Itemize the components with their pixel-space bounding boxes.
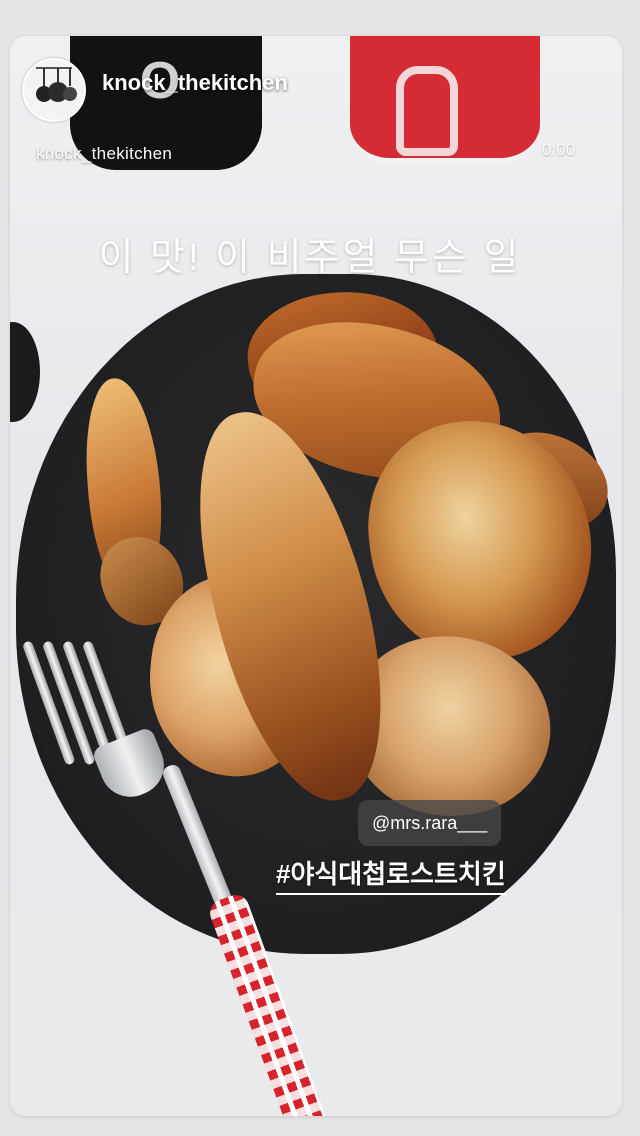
story-subname: knock_thekitchen: [36, 144, 173, 163]
red-can-logo-icon: [396, 66, 458, 156]
avatar[interactable]: [22, 58, 86, 122]
kitchen-pans-icon: [24, 60, 84, 120]
story-card[interactable]: O: [10, 36, 622, 1116]
story-username[interactable]: knock_thekitchen: [102, 70, 288, 96]
story-timer: 0:00: [542, 140, 576, 159]
mention-sticker[interactable]: @mrs.rara___: [358, 800, 502, 846]
story-caption: 이 맛! 이 비주얼 무슨 일: [98, 237, 522, 279]
side-dish-photo: [10, 322, 40, 422]
screen: O knock_thekitchen knock_thekitchen 0:00…: [0, 0, 640, 1136]
hashtag-sticker[interactable]: #야식대첩로스트치킨: [276, 854, 506, 895]
